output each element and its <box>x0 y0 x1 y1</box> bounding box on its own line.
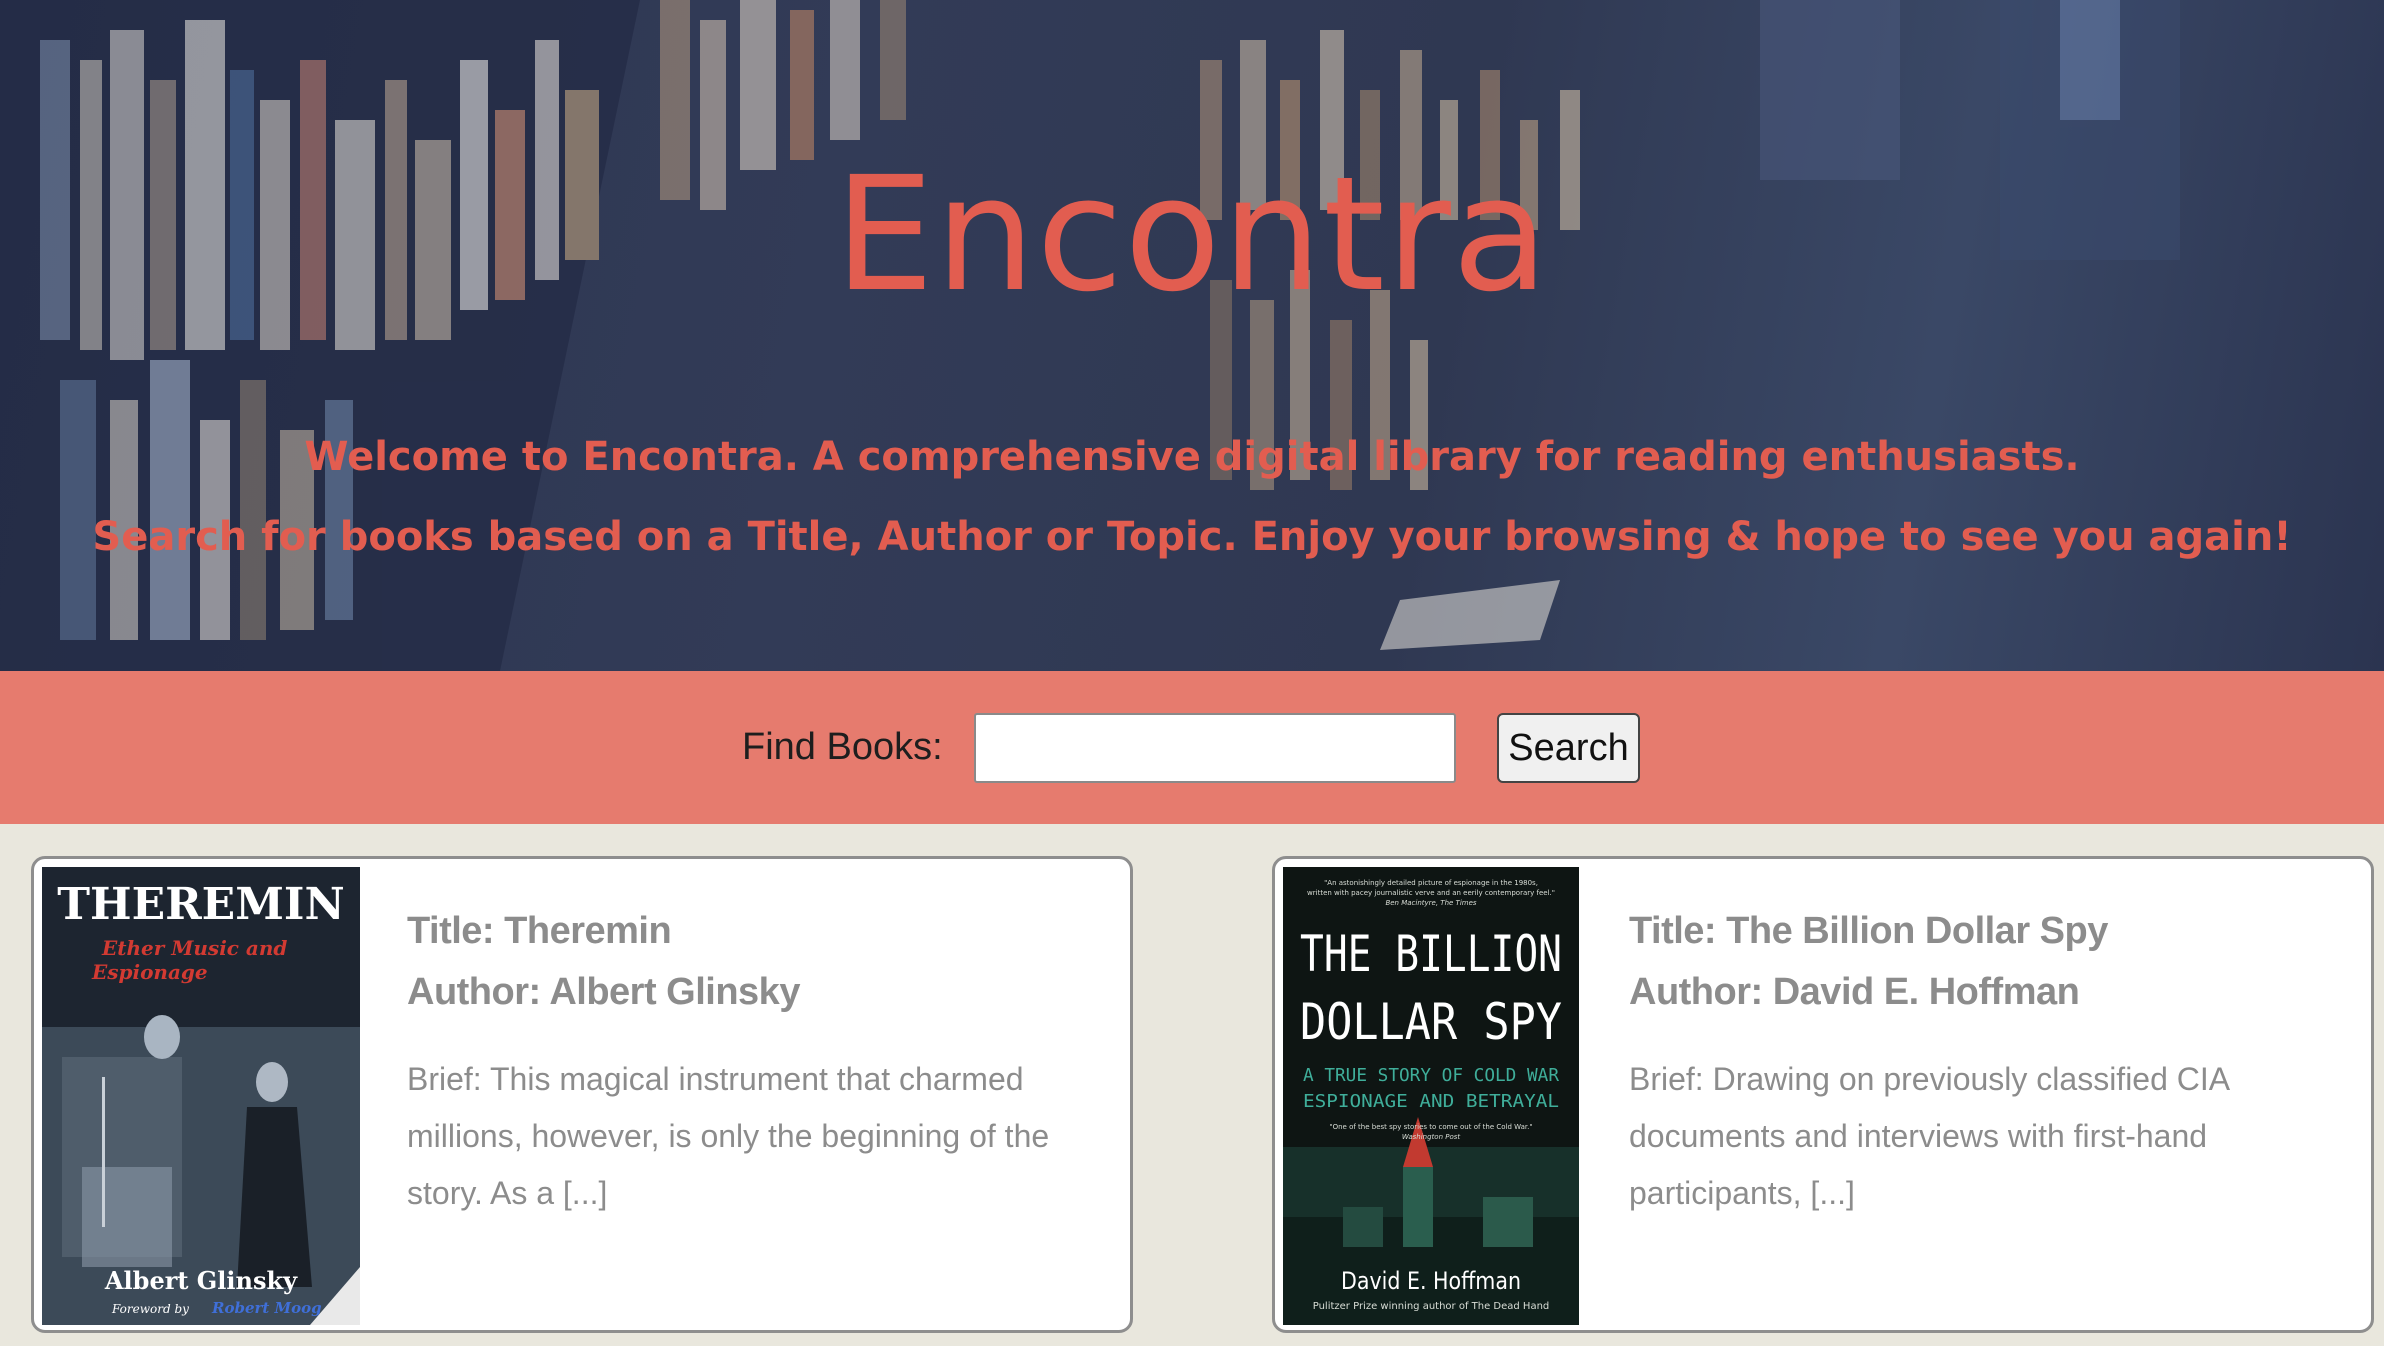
cover-quote-source: Washington Post <box>1402 1133 1461 1141</box>
find-books-label: Find Books: <box>742 726 943 768</box>
cover-blurb-text: written with pacey journalistic verve an… <box>1307 889 1555 897</box>
cover-subtitle-text: Espionage <box>91 960 208 984</box>
search-bar: Find Books: Search <box>0 671 2384 824</box>
book-author: Author: David E. Hoffman <box>1629 971 2080 1013</box>
bookshelf-background-image <box>0 0 2180 671</box>
hero-banner: Encontra Welcome to Encontra. A comprehe… <box>0 0 2384 671</box>
cover-author-text: Albert Glinsky <box>104 1266 298 1295</box>
book-card[interactable]: "An astonishingly detailed picture of es… <box>1272 856 2374 1333</box>
book-info: Title: Theremin Author: Albert Glinsky B… <box>407 901 1097 1222</box>
search-instructions-text: Search for books based on a Title, Autho… <box>92 514 2292 560</box>
cover-author-text: David E. Hoffman <box>1341 1267 1521 1295</box>
cover-tagline-text: Pulitzer Prize winning author of The Dea… <box>1313 1301 1550 1312</box>
book-info: Title: The Billion Dollar Spy Author: Da… <box>1629 901 2339 1222</box>
cover-subtitle-text: A TRUE STORY OF COLD WAR <box>1303 1065 1559 1086</box>
welcome-text: Welcome to Encontra. A comprehensive dig… <box>304 434 2080 480</box>
cover-subtitle-text: ESPIONAGE AND BETRAYAL <box>1303 1091 1559 1112</box>
cover-title-text: THE BILLION <box>1300 925 1562 983</box>
cover-title-text: THEREMIN <box>57 879 344 930</box>
book-brief: Brief: Drawing on previously classified … <box>1629 1061 2229 1211</box>
book-cover-image[interactable]: THEREMIN Ether Music and Espionage Alber… <box>42 867 360 1325</box>
search-input[interactable] <box>974 713 1456 783</box>
cover-blurb-text: "An astonishingly detailed picture of es… <box>1324 879 1538 887</box>
book-title[interactable]: Title: Theremin <box>407 901 1097 962</box>
cover-title-text: DOLLAR SPY <box>1300 993 1562 1051</box>
cover-foreword-name: Robert Moog <box>211 1299 322 1317</box>
search-button[interactable]: Search <box>1497 713 1640 783</box>
book-brief: Brief: This magical instrument that char… <box>407 1061 1050 1211</box>
book-cover-image[interactable]: "An astonishingly detailed picture of es… <box>1283 867 1579 1325</box>
site-title: Encontra <box>834 143 1550 327</box>
book-title[interactable]: Title: The Billion Dollar Spy <box>1629 901 2339 962</box>
cover-blurb-source: Ben Macintyre, The Times <box>1385 899 1476 907</box>
cover-foreword-text: Foreword by <box>111 1302 189 1316</box>
book-author: Author: Albert Glinsky <box>407 971 800 1013</box>
cover-subtitle-text: Ether Music and <box>101 936 287 960</box>
cover-quote-text: "One of the best spy stories to come out… <box>1329 1123 1532 1131</box>
book-card[interactable]: THEREMIN Ether Music and Espionage Alber… <box>31 856 1133 1333</box>
